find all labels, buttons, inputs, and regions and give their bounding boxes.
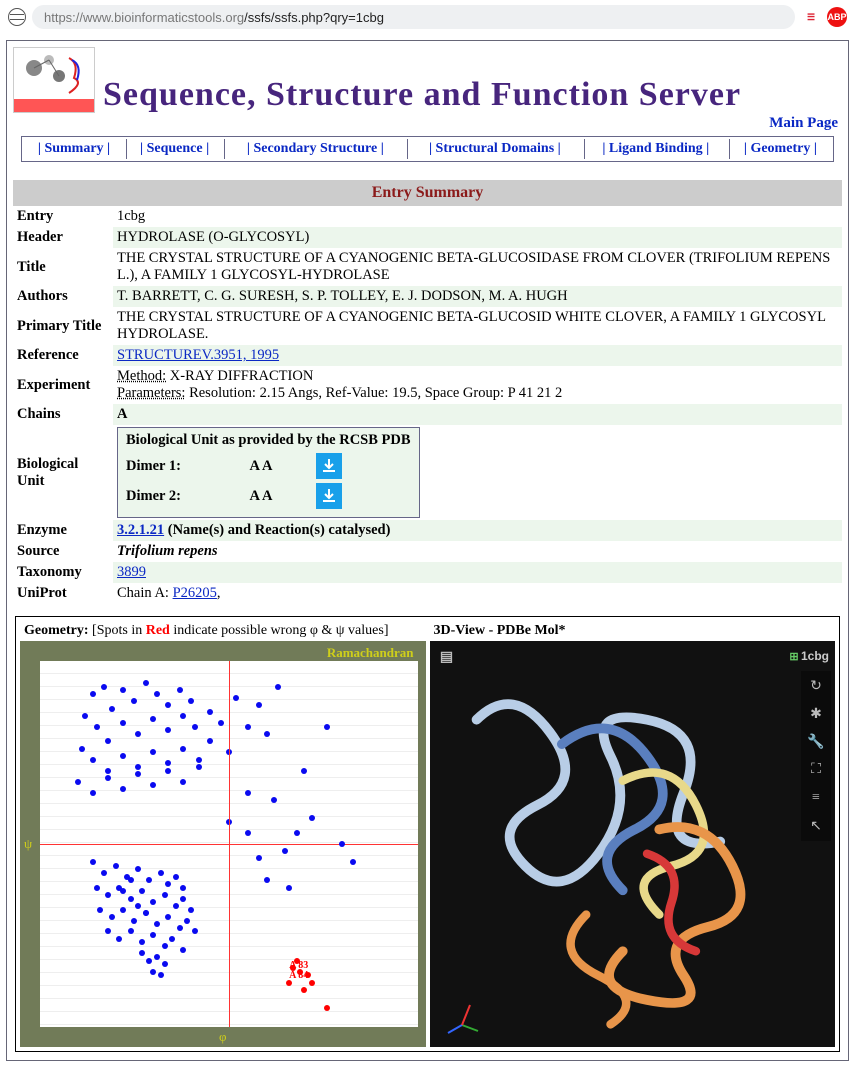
value-uniprot: Chain A: P26205, [113, 583, 842, 604]
label-header: Header [13, 227, 113, 248]
ramachandran-canvas: A 83 A 84 [40, 661, 418, 1027]
panel-toggle-button[interactable]: ≡ [805, 787, 827, 809]
label-chains: Chains [13, 404, 113, 425]
nav-summary[interactable]: | Summary | [38, 141, 110, 156]
globe-icon [8, 8, 26, 26]
url-path: /ssfs/ssfs.php?qry=1cbg [244, 10, 384, 25]
label-taxonomy: Taxonomy [13, 562, 113, 583]
ramachandran-column: Geometry: [Spots in Red indicate possibl… [20, 621, 426, 1047]
browser-bar: https://www.bioinformaticstools.org/ssfs… [0, 0, 855, 34]
molstar-viewer[interactable]: ▤ ⊞ 1cbg ↻ ✱ 🔧 ⛶ ≡ ↖ [430, 641, 836, 1047]
adblock-icon[interactable]: ABP [827, 7, 847, 27]
value-chains: A [113, 404, 842, 425]
entry-summary-table: Entry Summary Entry1cbg HeaderHYDROLASE … [13, 180, 842, 604]
value-enzyme: 3.2.1.21 (Name(s) and Reaction(s) cataly… [113, 520, 842, 541]
dimer2-label: Dimer 2: [126, 488, 206, 505]
nav-sequence[interactable]: | Sequence | [140, 141, 209, 156]
url-host: https://www.bioinformaticstools.org [44, 10, 244, 25]
label-experiment: Experiment [13, 366, 113, 404]
ramachandran-label: Ramachandran [327, 645, 414, 661]
reference-link[interactable]: STRUCTUREV.3951, 1995 [117, 347, 279, 363]
psi-axis-label: ψ [24, 836, 32, 852]
nav-secondary-structure[interactable]: | Secondary Structure | [247, 141, 384, 156]
main-page-link[interactable]: Main Page [769, 115, 838, 131]
label-enzyme: Enzyme [13, 520, 113, 541]
value-entry: 1cbg [113, 206, 842, 227]
mcafee-icon[interactable]: ☰ [801, 7, 821, 27]
fullscreen-button[interactable]: ⛶ [805, 759, 827, 781]
plots-row: Geometry: [Spots in Red indicate possibl… [15, 616, 840, 1052]
3d-view-header: 3D-View - PDBe Mol* [430, 621, 836, 641]
nav-bar: | Summary | | Sequence | | Secondary Str… [21, 136, 833, 162]
settings-button[interactable]: 🔧 [805, 731, 827, 753]
site-header: Sequence, Structure and Function Server [13, 47, 842, 113]
reset-camera-button[interactable]: ↻ [805, 675, 827, 697]
label-uniprot: UniProt [13, 583, 113, 604]
site-logo [13, 47, 95, 113]
label-reference: Reference [13, 345, 113, 366]
nav-ligand-binding[interactable]: | Ligand Binding | [602, 141, 709, 156]
dimer1-download-button[interactable] [316, 453, 342, 479]
nav-geometry[interactable]: | Geometry | [744, 141, 817, 156]
dimer1-label: Dimer 1: [126, 458, 206, 475]
label-title: Title [13, 248, 113, 286]
3d-view-column: 3D-View - PDBe Mol* ▤ ⊞ 1cbg ↻ ✱ 🔧 ⛶ ≡ ↖ [430, 621, 836, 1047]
geometry-header: Geometry: [Spots in Red indicate possibl… [20, 621, 426, 641]
label-source: Source [13, 541, 113, 562]
ramachandran-plot[interactable]: Ramachandran ψ φ A 83 A 84 [20, 641, 426, 1047]
phi-axis-label: φ [219, 1029, 227, 1045]
dimer2-download-button[interactable] [316, 483, 342, 509]
enzyme-link[interactable]: 3.2.1.21 [117, 522, 164, 538]
molstar-logo-icon: ⊞ [789, 651, 797, 663]
value-source: Trifolium repens [113, 541, 842, 562]
molstar-toolbar: ↻ ✱ 🔧 ⛶ ≡ ↖ [801, 671, 831, 841]
uniprot-link[interactable]: P26205 [173, 585, 217, 601]
dimer1-chains: A A [226, 458, 296, 475]
value-title: THE CRYSTAL STRUCTURE OF A CYANOGENIC BE… [113, 248, 842, 286]
biounit-title: Biological Unit as provided by the RCSB … [126, 432, 411, 449]
value-experiment: Method: X-RAY DIFFRACTIONParameters: Res… [113, 366, 842, 404]
value-primary-title: THE CRYSTAL STRUCTURE OF A CYANOGENIC BE… [113, 307, 842, 345]
value-authors: T. BARRETT, C. G. SURESH, S. P. TOLLEY, … [113, 286, 842, 307]
protein-ribbon [440, 671, 806, 1037]
biological-unit-box: Biological Unit as provided by the RCSB … [117, 427, 420, 518]
selection-mode-button[interactable]: ↖ [805, 815, 827, 837]
screenshot-button[interactable]: ✱ [805, 703, 827, 725]
page-frame: Sequence, Structure and Function Server … [6, 40, 849, 1061]
label-biounit: Biological Unit [13, 425, 113, 520]
molstar-entry-id: 1cbg [801, 649, 829, 663]
label-primary-title: Primary Title [13, 307, 113, 345]
molstar-menu-icon[interactable]: ▤ [436, 645, 458, 667]
label-entry: Entry [13, 206, 113, 227]
nav-structural-domains[interactable]: | Structural Domains | [429, 141, 561, 156]
entry-summary-header: Entry Summary [13, 180, 842, 206]
site-title: Sequence, Structure and Function Server [103, 76, 741, 113]
value-header: HYDROLASE (O-GLYCOSYL) [113, 227, 842, 248]
taxonomy-link[interactable]: 3899 [117, 564, 146, 580]
dimer2-chains: A A [226, 488, 296, 505]
label-authors: Authors [13, 286, 113, 307]
url-bar[interactable]: https://www.bioinformaticstools.org/ssfs… [32, 5, 795, 29]
